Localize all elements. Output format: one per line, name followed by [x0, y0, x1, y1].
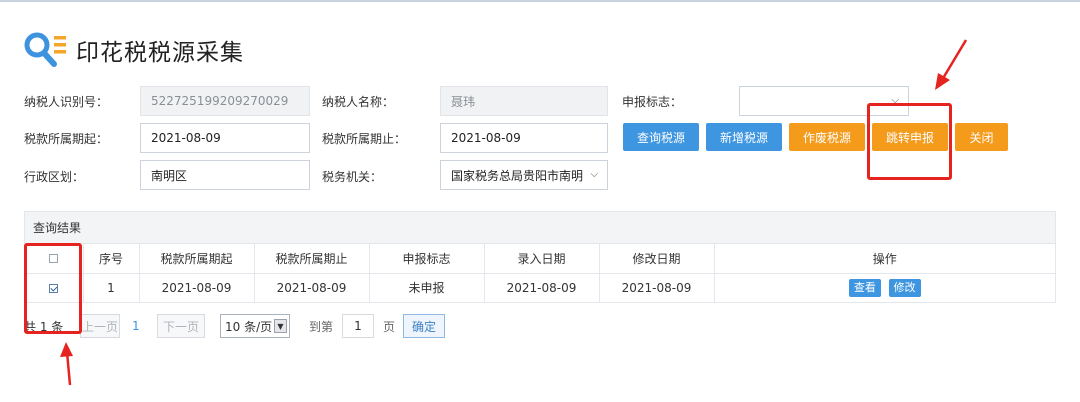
annotation-arrows-icon [60, 39, 968, 386]
